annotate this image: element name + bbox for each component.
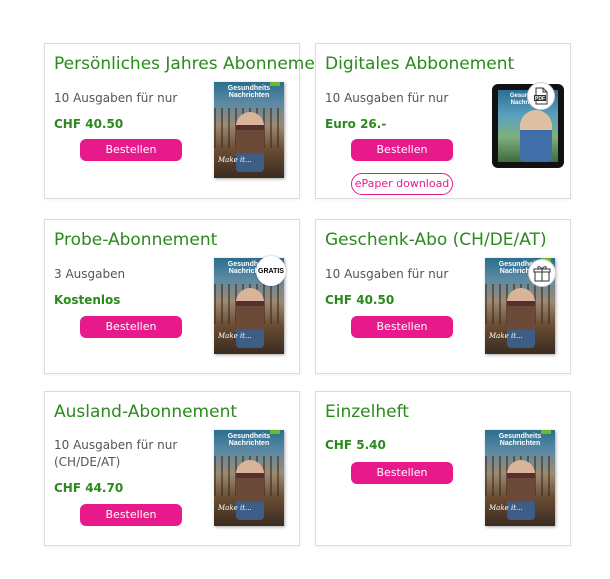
card-geschenk-abo: Geschenk-Abo (CH/DE/AT) 10 Ausgaben für … [315,219,571,374]
card-einzelheft: Einzelheft CHF 5.40 Bestellen Gesundheit… [315,391,571,546]
cover-script: Make it... [218,332,252,340]
card-price: CHF 5.40 [325,438,386,452]
magazine-cover-image: Gesundheits Nachrichten Make it... [214,82,284,178]
magazine-cover-image: Gesundheits Nachrichten Make it... [485,430,555,526]
pdf-icon: PDF [527,82,555,110]
card-title: Einzelheft [325,402,409,422]
card-ausland-abo: Ausland-Abonnement 10 Ausgaben für nur (… [44,391,300,546]
card-title: Persönliches Jahres Abonnement [54,54,333,74]
cover-masthead: Gesundheits Nachrichten [227,85,271,99]
card-title: Probe-Abonnement [54,230,218,250]
cover-masthead: Gesundheits Nachrichten [498,433,542,447]
order-button[interactable]: Bestellen [80,504,182,526]
card-description: 10 Ausgaben für nur [54,91,178,105]
order-button[interactable]: Bestellen [80,139,182,161]
card-title: Geschenk-Abo (CH/DE/AT) [325,230,547,250]
order-button[interactable]: Bestellen [80,316,182,338]
cover-script: Make it... [218,504,252,512]
card-price: CHF 40.50 [325,293,395,307]
order-button[interactable]: Bestellen [351,139,453,161]
gift-icon [528,259,556,287]
card-description: 10 Ausgaben für nur [325,267,449,281]
card-digitales-abo: Digitales Abbonement 10 Ausgaben für nur… [315,43,571,199]
cover-masthead: Gesundheits Nachrichten [227,433,271,447]
magazine-cover-image: Gesundheits Nachrichten Make it... [214,430,284,526]
gratis-badge: GRATIS [256,256,286,286]
pdf-label: PDF [535,96,545,102]
cover-script: Make it... [489,332,523,340]
card-title: Digitales Abbonement [325,54,515,74]
order-button[interactable]: Bestellen [351,462,453,484]
card-description: 3 Ausgaben [54,267,126,281]
card-description-line1: 10 Ausgaben für nur [54,438,178,452]
card-probe-abo: Probe-Abonnement 3 Ausgaben Kostenlos Be… [44,219,300,374]
cover-script: Make it... [489,504,523,512]
epaper-download-button[interactable]: ePaper download [351,173,453,195]
card-title: Ausland-Abonnement [54,402,238,422]
card-price: Euro 26.- [325,117,387,131]
card-persoenliches-abo: Persönliches Jahres Abonnement 10 Ausgab… [44,43,332,199]
card-price: Kostenlos [54,293,121,307]
card-price: CHF 40.50 [54,117,124,131]
card-description: 10 Ausgaben für nur [325,91,449,105]
card-price: CHF 44.70 [54,481,124,495]
order-button[interactable]: Bestellen [351,316,453,338]
card-description-line2: (CH/DE/AT) [54,455,121,469]
cover-script: Make it... [218,156,252,164]
